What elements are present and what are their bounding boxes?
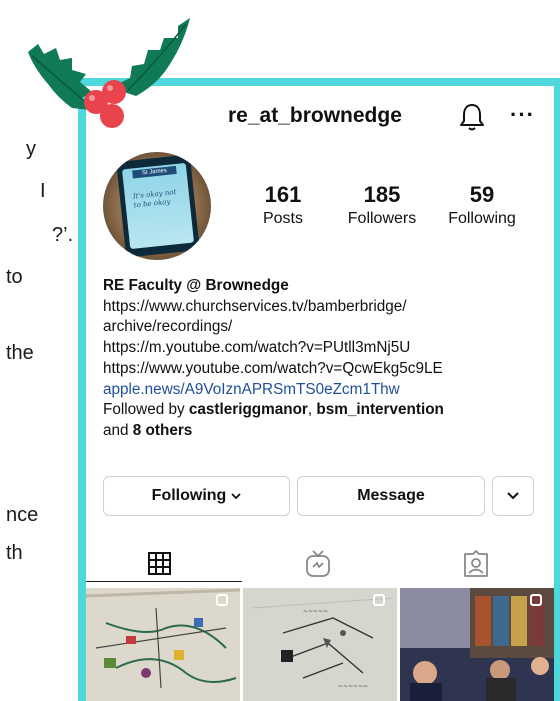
message-button[interactable]: Message xyxy=(297,476,485,516)
stat-following[interactable]: 59 Following xyxy=(440,182,524,228)
following-button[interactable]: Following xyxy=(103,476,290,516)
followed-by: Followed by castleriggmanor, bsm_interve… xyxy=(103,401,444,419)
grid-icon[interactable] xyxy=(146,549,182,579)
suggestions-dropdown-button[interactable] xyxy=(492,476,534,516)
followed-by-others: and 8 others xyxy=(103,421,193,439)
slide-text-fragment: nce xyxy=(6,504,39,526)
slide-text-fragment: the xyxy=(6,342,34,364)
avatar-words: It's okay not to be okay xyxy=(132,188,177,210)
avatar[interactable]: St James It's okay not to be okay xyxy=(103,152,211,260)
slide-text-fragment: th xyxy=(6,542,23,564)
svg-text:~~~~~: ~~~~~ xyxy=(303,608,328,615)
profile-tabs xyxy=(86,541,554,585)
instagram-profile-screen: re_at_brownedge ··· St James It's okay n… xyxy=(86,86,554,701)
multi-post-icon xyxy=(216,594,228,606)
slide-text-fragment: I xyxy=(40,180,46,202)
profile-bio: RE Faculty @ Brownedge https://www.churc… xyxy=(103,276,543,442)
others-link[interactable]: 8 others xyxy=(133,422,193,439)
follower-link[interactable]: castleriggmanor xyxy=(189,401,308,418)
bio-name: RE Faculty @ Brownedge xyxy=(103,277,289,294)
stat-followers[interactable]: 185 Followers xyxy=(340,182,424,228)
bio-line: https://www.youtube.com/watch?v=QcwEkg5c… xyxy=(103,359,443,377)
slide-text-fragment: ?’. xyxy=(52,224,74,246)
multi-post-icon xyxy=(530,594,542,606)
multi-post-icon xyxy=(373,594,385,606)
avatar-caption: St James xyxy=(132,165,177,179)
stat-posts[interactable]: 161 Posts xyxy=(251,182,315,228)
post-grid: ~~~~~ ~~~~~~ xyxy=(86,588,554,701)
post-thumbnail[interactable] xyxy=(86,588,240,701)
igtv-icon[interactable] xyxy=(304,549,340,579)
profile-username: re_at_brownedge xyxy=(228,104,402,127)
chevron-down-icon xyxy=(507,487,519,505)
active-tab-indicator xyxy=(86,581,242,582)
bio-link[interactable]: apple.news/A9VoIznAPRSmTS0eZcm1Thw xyxy=(103,380,543,401)
post-thumbnail[interactable]: ~~~~~ ~~~~~~ xyxy=(243,588,397,701)
bio-line: https://www.churchservices.tv/bamberbrid… xyxy=(103,297,407,315)
more-icon[interactable]: ··· xyxy=(510,102,535,128)
tagged-icon[interactable] xyxy=(462,549,498,579)
bell-icon[interactable] xyxy=(458,102,486,137)
bio-line: archive/recordings/ xyxy=(103,318,233,336)
slide-text-fragment: to xyxy=(6,266,23,288)
bio-line: https://m.youtube.com/watch?v=PUtll3mNj5… xyxy=(103,339,411,357)
follower-link[interactable]: bsm_intervention xyxy=(316,401,444,418)
avatar-phone-image: St James It's okay not to be okay xyxy=(116,154,200,258)
holly-icon xyxy=(28,18,190,128)
slide-text-fragment: y xyxy=(26,138,36,160)
svg-text:~~~~~~: ~~~~~~ xyxy=(338,683,368,690)
post-thumbnail[interactable] xyxy=(400,588,554,701)
chevron-down-icon xyxy=(231,487,241,505)
